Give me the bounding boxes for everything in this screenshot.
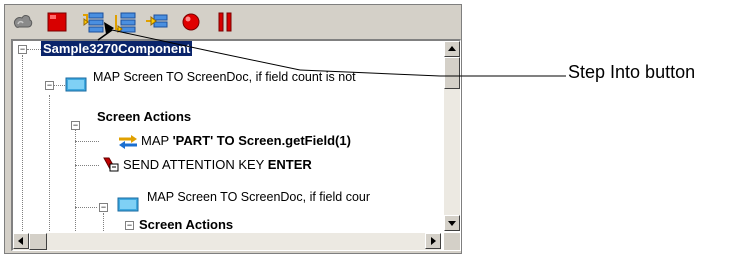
step-into-callout-label: Step Into button bbox=[568, 62, 696, 82]
callout-lines bbox=[97, 22, 566, 77]
